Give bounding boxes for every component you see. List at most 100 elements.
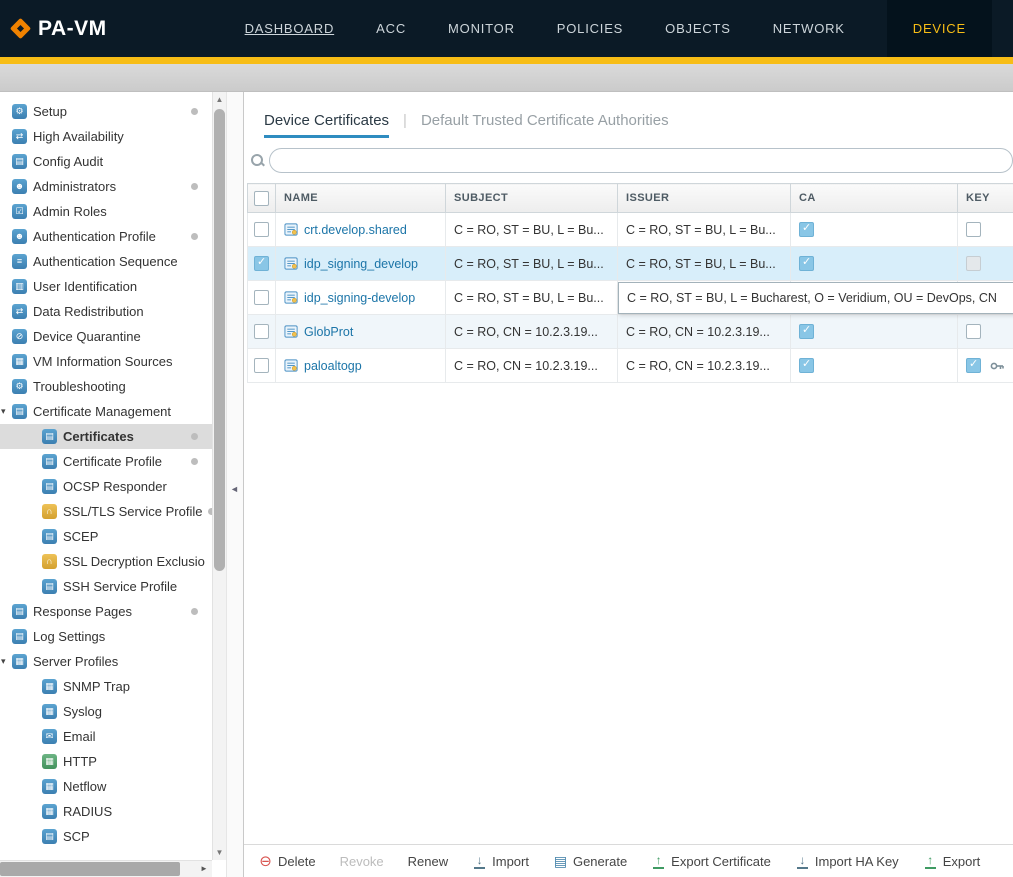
top-navigation: PA-VM DASHBOARD ACC MONITOR POLICIES OBJ…	[0, 0, 1013, 57]
revoke-button[interactable]: Revoke	[340, 854, 384, 869]
sidebar-item-scp[interactable]: SCP	[0, 824, 212, 849]
sidebar-item-config-audit[interactable]: Config Audit	[0, 149, 212, 174]
delete-button[interactable]: Delete	[258, 854, 316, 869]
sidebar-item-response-pages[interactable]: Response Pages	[0, 599, 212, 624]
actions-toolbar: Delete Revoke Renew Import Generate Expo…	[244, 844, 1013, 877]
scroll-right-icon[interactable]	[196, 861, 212, 877]
scroll-down-icon[interactable]	[213, 845, 226, 860]
sidebar-item-user-identification[interactable]: User Identification	[0, 274, 212, 299]
collapse-panel-icon[interactable]	[230, 484, 239, 494]
nav-item-policies[interactable]: POLICIES	[557, 0, 623, 57]
syslog-icon	[42, 704, 57, 719]
sidebar-item-setup[interactable]: Setup	[0, 99, 212, 124]
pan-logo-icon	[10, 18, 31, 39]
sidebar-item-ocsp-responder[interactable]: OCSP Responder	[0, 474, 212, 499]
scroll-up-icon[interactable]	[213, 92, 226, 107]
row-checkbox[interactable]	[254, 222, 269, 237]
key-checkbox[interactable]	[966, 256, 981, 271]
export-ha-key-button[interactable]: Export	[923, 854, 981, 869]
table-row: paloaltogp C = RO, CN = 10.2.3.19... C =…	[248, 349, 1013, 383]
user-identification-icon	[12, 279, 27, 294]
lock-icon	[42, 554, 57, 569]
sidebar-item-netflow[interactable]: Netflow	[0, 774, 212, 799]
pending-change-dot	[191, 433, 198, 440]
sidebar-vertical-scrollbar[interactable]	[212, 92, 226, 860]
certificates-icon	[42, 429, 57, 444]
sidebar-item-certificate-management[interactable]: Certificate Management	[0, 399, 212, 424]
sidebar-item-authentication-profile[interactable]: Authentication Profile	[0, 224, 212, 249]
import-ha-key-button[interactable]: Import HA Key	[795, 854, 899, 869]
sidebar-item-administrators[interactable]: Administrators	[0, 174, 212, 199]
tab-device-certificates[interactable]: Device Certificates	[264, 112, 389, 138]
sidebar-item-vm-information-sources[interactable]: VM Information Sources	[0, 349, 212, 374]
key-checkbox[interactable]	[966, 324, 981, 339]
tab-default-trusted-certificate-authorities[interactable]: Default Trusted Certificate Authorities	[421, 112, 669, 138]
ca-checkbox[interactable]	[799, 324, 814, 339]
sidebar-item-http[interactable]: HTTP	[0, 749, 212, 774]
sidebar-item-device-quarantine[interactable]: Device Quarantine	[0, 324, 212, 349]
sidebar-item-ssl-tls-service-profile[interactable]: SSL/TLS Service Profile	[0, 499, 212, 524]
row-checkbox[interactable]	[254, 358, 269, 373]
sidebar-item-high-availability[interactable]: High Availability	[0, 124, 212, 149]
troubleshooting-icon	[12, 379, 27, 394]
nav-item-network[interactable]: NETWORK	[773, 0, 845, 57]
collapse-caret-icon[interactable]	[1, 406, 11, 417]
row-checkbox[interactable]	[254, 256, 269, 271]
certificate-name-link[interactable]: idp_signing_develop	[304, 257, 418, 271]
gear-icon	[12, 104, 27, 119]
sidebar-item-snmp-trap[interactable]: SNMP Trap	[0, 674, 212, 699]
sidebar-item-certificate-profile[interactable]: Certificate Profile	[0, 449, 212, 474]
sidebar-item-admin-roles[interactable]: Admin Roles	[0, 199, 212, 224]
vm-information-sources-icon	[12, 354, 27, 369]
vertical-scroll-thumb[interactable]	[214, 109, 225, 571]
panel-splitter[interactable]	[226, 92, 243, 877]
collapse-caret-icon[interactable]	[1, 656, 11, 667]
certificate-name-link[interactable]: crt.develop.shared	[304, 223, 407, 237]
nav-item-acc[interactable]: ACC	[376, 0, 406, 57]
issuer-cell: C = RO, ST = BU, L = Bu...	[618, 213, 791, 247]
ca-checkbox[interactable]	[799, 256, 814, 271]
ca-checkbox[interactable]	[799, 222, 814, 237]
row-checkbox[interactable]	[254, 290, 269, 305]
ca-checkbox[interactable]	[799, 358, 814, 373]
generate-button[interactable]: Generate	[553, 854, 627, 869]
nav-item-dashboard[interactable]: DASHBOARD	[245, 0, 335, 57]
subject-cell: C = RO, ST = BU, L = Bu...	[446, 247, 618, 281]
generate-icon	[553, 854, 568, 869]
column-header-issuer[interactable]: ISSUER	[618, 184, 791, 213]
select-all-checkbox[interactable]	[254, 191, 269, 206]
sidebar-item-certificates[interactable]: Certificates	[0, 424, 212, 449]
sidebar-horizontal-scrollbar[interactable]	[0, 860, 212, 877]
certificate-name-link[interactable]: paloaltogp	[304, 359, 362, 373]
horizontal-scroll-thumb[interactable]	[0, 862, 180, 876]
certificate-name-link[interactable]: GlobProt	[304, 325, 353, 339]
column-header-subject[interactable]: SUBJECT	[446, 184, 618, 213]
sidebar-item-troubleshooting[interactable]: Troubleshooting	[0, 374, 212, 399]
renew-button[interactable]: Renew	[408, 854, 448, 869]
nav-item-device[interactable]: DEVICE	[887, 0, 992, 57]
key-checkbox[interactable]	[966, 358, 981, 373]
export-certificate-button[interactable]: Export Certificate	[651, 854, 771, 869]
column-header-name[interactable]: NAME	[276, 184, 446, 213]
sidebar-item-syslog[interactable]: Syslog	[0, 699, 212, 724]
sidebar-item-radius[interactable]: RADIUS	[0, 799, 212, 824]
column-header-ca[interactable]: CA	[791, 184, 958, 213]
sidebar-item-authentication-sequence[interactable]: Authentication Sequence	[0, 249, 212, 274]
certificate-name-link[interactable]: idp_signing-develop	[304, 291, 415, 305]
sidebar-item-log-settings[interactable]: Log Settings	[0, 624, 212, 649]
nav-item-objects[interactable]: OBJECTS	[665, 0, 731, 57]
nav-item-monitor[interactable]: MONITOR	[448, 0, 515, 57]
sidebar-item-data-redistribution[interactable]: Data Redistribution	[0, 299, 212, 324]
row-checkbox[interactable]	[254, 324, 269, 339]
certificate-icon	[284, 358, 299, 373]
key-checkbox[interactable]	[966, 222, 981, 237]
import-button[interactable]: Import	[472, 854, 529, 869]
column-header-key[interactable]: KEY	[958, 184, 1013, 213]
sidebar-item-server-profiles[interactable]: Server Profiles	[0, 649, 212, 674]
sidebar-item-email[interactable]: Email	[0, 724, 212, 749]
search-input[interactable]	[269, 148, 1013, 173]
netflow-icon	[42, 779, 57, 794]
sidebar-item-ssl-decryption-exclusion[interactable]: SSL Decryption Exclusio	[0, 549, 212, 574]
sidebar-item-ssh-service-profile[interactable]: SSH Service Profile	[0, 574, 212, 599]
sidebar-item-scep[interactable]: SCEP	[0, 524, 212, 549]
